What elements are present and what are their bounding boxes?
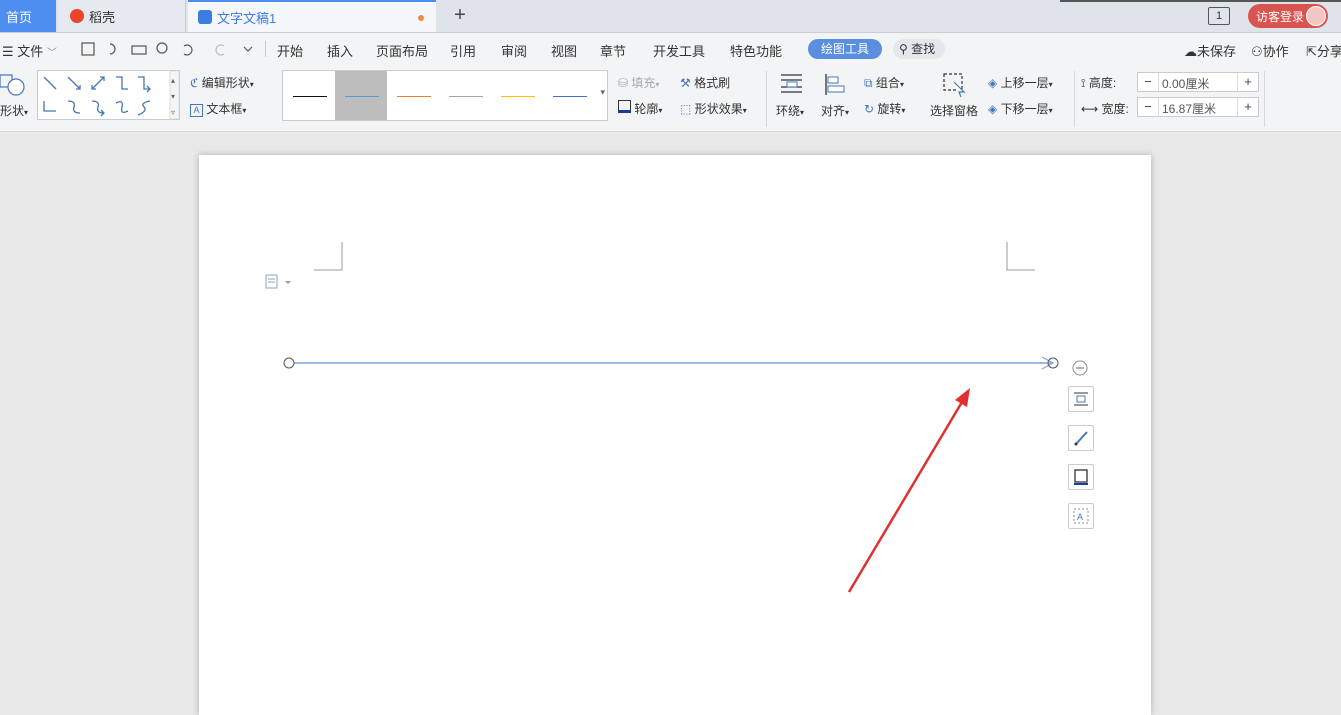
svg-text:A: A: [1077, 512, 1083, 522]
collapse-icon[interactable]: [1072, 360, 1088, 376]
line-start-handle[interactable]: [283, 357, 295, 369]
layout-options-button[interactable]: [1068, 386, 1094, 412]
pen-icon: [1074, 431, 1088, 446]
annotation-arrow: [847, 401, 964, 593]
text-wrap-button[interactable]: A: [1068, 503, 1094, 529]
outline-box-icon: [1074, 469, 1088, 485]
outline-style-button[interactable]: [1068, 464, 1094, 490]
canvas-overlay: [265, 242, 1088, 593]
paste-options-icon[interactable]: [265, 274, 291, 289]
text-frame-icon: A: [1073, 508, 1089, 524]
wrap-text-icon: [1074, 392, 1088, 406]
corner-mark-top-right: [1006, 242, 1035, 271]
annotation-arrowhead: [955, 388, 970, 407]
style-brush-button[interactable]: [1068, 425, 1094, 451]
corner-mark-top-left: [314, 242, 343, 271]
